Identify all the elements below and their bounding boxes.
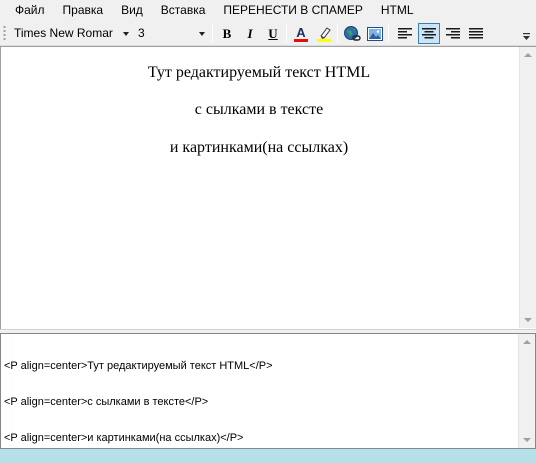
toolbar-separator [286,24,287,43]
justify-icon [469,27,483,38]
source-line: <P align=center>с сылками в тексте</P> [4,396,209,408]
font-color-letter: A [296,25,306,40]
font-color-button[interactable]: A [290,23,312,44]
font-name-dropdown[interactable]: Times New Romar [10,24,132,43]
font-size-value: 3 [138,26,145,40]
align-right-button[interactable] [442,23,464,44]
chevron-down-icon [123,32,129,36]
scroll-up-icon[interactable] [524,53,532,57]
editor-scrollbar[interactable] [519,47,536,328]
align-left-icon [398,27,412,38]
underline-label: U [268,25,278,41]
editor-content[interactable]: Тут редактируемый текст HTML с сылками в… [1,47,517,329]
scroll-down-icon[interactable] [524,318,532,322]
align-center-icon [422,27,436,38]
toolbar-overflow-button[interactable] [521,27,532,43]
bold-label: B [222,25,232,41]
html-source-text[interactable]: <P align=center>Тут редактируемый текст … [4,336,514,463]
formatting-toolbar: Times New Romar 3 B I U A [0,21,536,46]
editor-paragraph: и картинками(на ссылках) [169,139,349,156]
source-line: <P align=center>и картинками(на ссылках)… [4,432,244,444]
scroll-down-icon[interactable] [523,438,531,442]
align-left-button[interactable] [394,23,416,44]
toolbar-overflow-icon [523,33,530,40]
menu-insert[interactable]: Вставка [152,0,215,21]
toolbar-separator [337,24,338,43]
menu-bar: Файл Правка Вид Вставка ПЕРЕНЕСТИ В СПАМ… [0,0,536,21]
italic-label: I [247,25,253,41]
html-source-editor[interactable]: <P align=center>Тут редактируемый текст … [0,333,536,449]
status-bar [0,449,536,463]
highlighter-icon [317,26,331,42]
align-center-button[interactable] [418,23,440,44]
source-line: <P align=center>Тут редактируемый текст … [4,360,273,372]
menu-edit[interactable]: Правка [54,0,113,21]
bold-button[interactable]: B [216,23,238,44]
menu-transfer-to-spammer[interactable]: ПЕРЕНЕСТИ В СПАМЕР [214,0,372,21]
insert-image-button[interactable] [364,23,386,44]
underline-button[interactable]: U [262,23,284,44]
font-size-dropdown[interactable]: 3 [134,24,208,43]
font-name-value: Times New Romar [14,26,113,40]
link-icon [344,25,361,41]
font-color-icon: A [294,25,308,42]
menu-html[interactable]: HTML [372,0,423,21]
wysiwyg-editor[interactable]: Тут редактируемый текст HTML с сылками в… [0,46,536,329]
scroll-up-icon[interactable] [523,340,531,344]
toolbar-separator [212,24,213,43]
chevron-down-icon [199,32,205,36]
editor-paragraph: Тут редактируемый текст HTML [147,64,371,81]
source-scrollbar[interactable] [518,334,535,448]
highlight-button[interactable] [313,23,335,44]
image-icon [367,26,383,41]
menu-view[interactable]: Вид [112,0,152,21]
align-right-icon [446,27,460,38]
grip-icon[interactable] [3,25,6,42]
menu-file[interactable]: Файл [6,0,54,21]
toolbar-separator [388,24,389,43]
insert-link-button[interactable] [341,23,363,44]
italic-button[interactable]: I [239,23,261,44]
editor-paragraph: с сылками в тексте [194,101,324,118]
justify-button[interactable] [465,23,487,44]
